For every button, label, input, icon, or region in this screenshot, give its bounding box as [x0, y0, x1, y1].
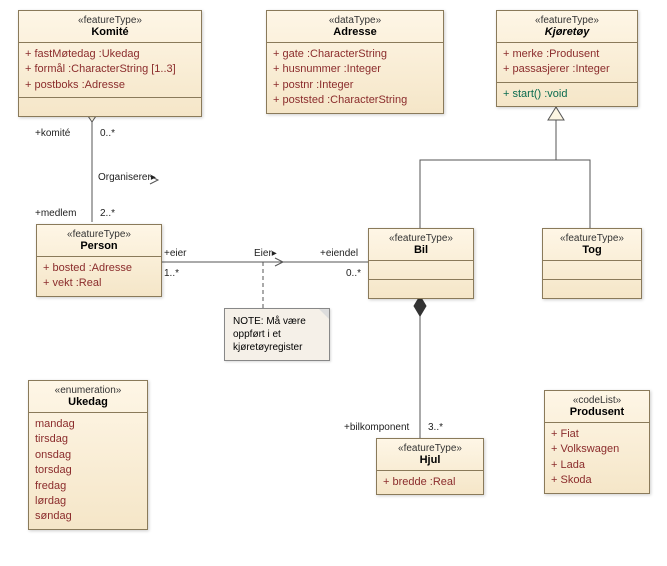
class-name: Hjul [383, 454, 477, 466]
literal: mandag [35, 417, 141, 432]
note-text: NOTE: Må være oppført i et kjøretøyregis… [233, 316, 306, 353]
attr: + poststed :CharacterString [273, 93, 437, 108]
attributes [369, 261, 473, 280]
mult-komite: 0..* [100, 128, 115, 139]
class-head: «dataType» Adresse [267, 11, 443, 43]
attributes: + Fiat + Volkswagen + Lada + Skoda [545, 423, 649, 493]
attr: + Skoda [551, 473, 643, 488]
attr: + vekt :Real [43, 276, 155, 291]
class-head: «enumeration» Ukedag [29, 381, 147, 413]
class-head: «featureType» Kjøretøy [497, 11, 637, 43]
literal: lørdag [35, 494, 141, 509]
literal: søndag [35, 509, 141, 524]
class-head: «featureType» Bil [369, 229, 473, 261]
class-adresse[interactable]: «dataType» Adresse + gate :CharacterStri… [266, 10, 444, 114]
class-name: Person [43, 240, 155, 252]
stereotype: «enumeration» [35, 385, 141, 396]
stereotype: «featureType» [43, 229, 155, 240]
attributes: + merke :Produsent + passasjerer :Intege… [497, 43, 637, 83]
attributes [543, 261, 641, 280]
class-produsent[interactable]: «codeList» Produsent + Fiat + Volkswagen… [544, 390, 650, 494]
assoc-eier: Eier▸ [254, 248, 277, 259]
attr: + Lada [551, 458, 643, 473]
attr: + postboks :Adresse [25, 78, 195, 93]
class-head: «featureType» Hjul [377, 439, 483, 471]
note-eier: NOTE: Må være oppført i et kjøretøyregis… [224, 308, 330, 361]
operations [19, 98, 201, 116]
assoc-organiserer: Organiserer▸ [98, 172, 156, 183]
literals: mandag tirsdag onsdag torsdag fredag lør… [29, 413, 147, 529]
attributes: + fastMøtedag :Ukedag + formål :Characte… [19, 43, 201, 98]
literal: tirsdag [35, 432, 141, 447]
stereotype: «codeList» [551, 395, 643, 406]
attr: + postnr :Integer [273, 78, 437, 93]
role-bilkomp: +bilkomponent [344, 422, 409, 433]
class-komite[interactable]: «featureType» Komité + fastMøtedag :Uked… [18, 10, 202, 117]
attributes: + gate :CharacterString + husnummer :Int… [267, 43, 443, 113]
stereotype: «featureType» [383, 443, 477, 454]
class-name: Adresse [273, 26, 437, 38]
class-name: Tog [549, 244, 635, 256]
class-name: Produsent [551, 406, 643, 418]
operations [369, 280, 473, 298]
literal: onsdag [35, 448, 141, 463]
class-kjoretoy[interactable]: «featureType» Kjøretøy + merke :Produsen… [496, 10, 638, 107]
stereotype: «featureType» [25, 15, 195, 26]
stereotype: «featureType» [503, 15, 631, 26]
role-medlem: +medlem [35, 208, 76, 219]
class-bil[interactable]: «featureType» Bil [368, 228, 474, 299]
attr: + bosted :Adresse [43, 261, 155, 276]
attr: + formål :CharacterString [1..3] [25, 62, 195, 77]
attr: + gate :CharacterString [273, 47, 437, 62]
attr: + passasjerer :Integer [503, 62, 631, 77]
class-name: Bil [375, 244, 467, 256]
mult-eier: 1..* [164, 268, 179, 279]
class-person[interactable]: «featureType» Person + bosted :Adresse +… [36, 224, 162, 297]
operation: + start() :void [503, 87, 631, 102]
class-name: Ukedag [35, 396, 141, 408]
operations [543, 280, 641, 298]
attr: + Fiat [551, 427, 643, 442]
class-hjul[interactable]: «featureType» Hjul + bredde :Real [376, 438, 484, 495]
operations: + start() :void [497, 83, 637, 106]
attributes: + bosted :Adresse + vekt :Real [37, 257, 161, 296]
attr: + husnummer :Integer [273, 62, 437, 77]
class-head: «codeList» Produsent [545, 391, 649, 423]
mult-medlem: 2..* [100, 208, 115, 219]
class-head: «featureType» Komité [19, 11, 201, 43]
role-eier: +eier [164, 248, 187, 259]
literal: fredag [35, 479, 141, 494]
role-komite: +komité [35, 128, 70, 139]
attr: + fastMøtedag :Ukedag [25, 47, 195, 62]
class-ukedag[interactable]: «enumeration» Ukedag mandag tirsdag onsd… [28, 380, 148, 530]
attributes: + bredde :Real [377, 471, 483, 494]
literal: torsdag [35, 463, 141, 478]
role-eiendel: +eiendel [320, 248, 358, 259]
class-head: «featureType» Tog [543, 229, 641, 261]
class-name: Komité [25, 26, 195, 38]
stereotype: «featureType» [549, 233, 635, 244]
attr: + merke :Produsent [503, 47, 631, 62]
stereotype: «dataType» [273, 15, 437, 26]
mult-bilkomp: 3..* [428, 422, 443, 433]
mult-eiendel: 0..* [346, 268, 361, 279]
class-name: Kjøretøy [503, 26, 631, 38]
attr: + Volkswagen [551, 442, 643, 457]
class-head: «featureType» Person [37, 225, 161, 257]
class-tog[interactable]: «featureType» Tog [542, 228, 642, 299]
attr: + bredde :Real [383, 475, 477, 490]
stereotype: «featureType» [375, 233, 467, 244]
